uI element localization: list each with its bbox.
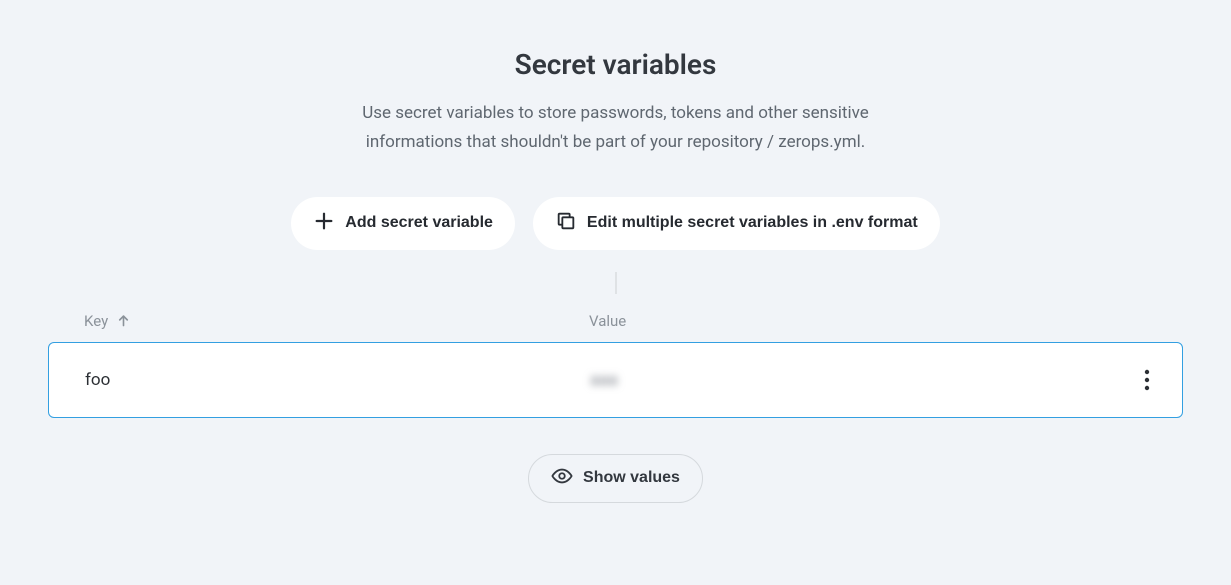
actions-row: Add secret variable Edit multiple secret…: [48, 197, 1183, 250]
row-menu-button[interactable]: [1140, 365, 1154, 395]
eye-icon: [551, 465, 573, 492]
masked-value: aaa: [590, 370, 618, 390]
column-header-key[interactable]: Key: [84, 312, 589, 330]
show-values-button[interactable]: Show values: [528, 454, 703, 503]
table-header-row: Key Value: [48, 312, 1183, 342]
connector-line: [48, 272, 1183, 294]
column-header-key-label: Key: [84, 312, 108, 330]
table-row[interactable]: foo aaa: [48, 342, 1183, 418]
plus-icon: [313, 210, 335, 237]
column-header-value-label: Value: [589, 312, 626, 330]
edit-multiple-button[interactable]: Edit multiple secret variables in .env f…: [533, 197, 940, 250]
show-values-label: Show values: [583, 469, 680, 487]
edit-multiple-label: Edit multiple secret variables in .env f…: [587, 214, 918, 232]
column-header-value: Value: [589, 312, 1147, 330]
row-value: aaa: [590, 370, 1140, 390]
kebab-menu-icon: [1144, 369, 1150, 391]
copy-icon: [555, 210, 577, 237]
sort-ascending-icon: [116, 313, 131, 328]
footer-actions: Show values: [48, 454, 1183, 503]
row-key: foo: [85, 370, 590, 390]
add-secret-variable-label: Add secret variable: [345, 214, 493, 232]
page-header: Secret variables Use secret variables to…: [48, 48, 1183, 157]
variables-table: Key Value foo aaa: [48, 312, 1183, 418]
add-secret-variable-button[interactable]: Add secret variable: [291, 197, 515, 250]
page-title: Secret variables: [48, 48, 1183, 81]
page-description: Use secret variables to store passwords,…: [316, 99, 916, 157]
